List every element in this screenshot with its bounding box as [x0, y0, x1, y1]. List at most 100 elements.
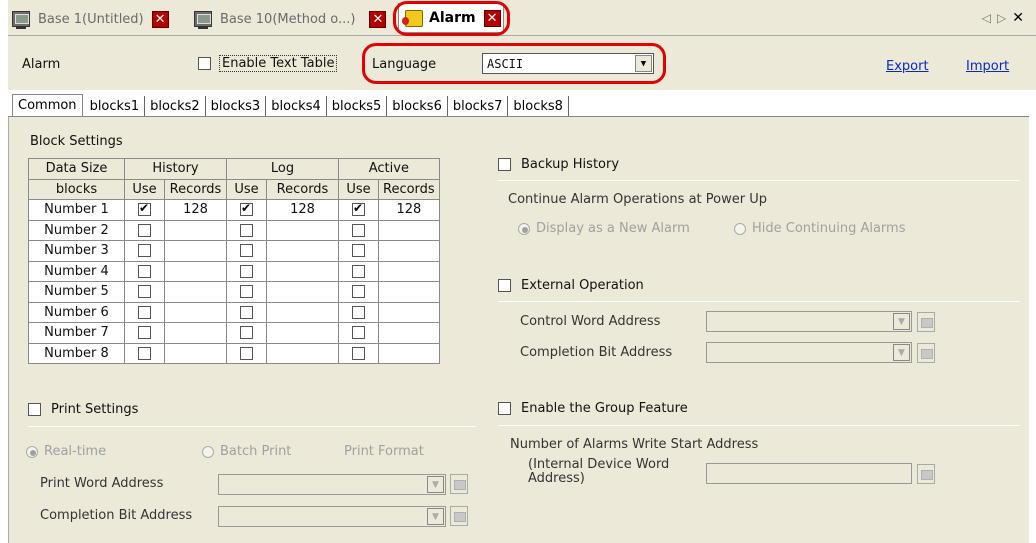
records-cell[interactable] — [266, 342, 339, 364]
close-icon[interactable]: ✕ — [1012, 10, 1024, 26]
group-address-input[interactable] — [706, 463, 912, 484]
tab-blocks6[interactable]: blocks6 — [387, 96, 448, 116]
records-cell[interactable] — [266, 281, 339, 303]
tab-blocks4[interactable]: blocks4 — [266, 96, 327, 116]
export-link[interactable]: Export — [886, 59, 929, 74]
use-checkbox[interactable] — [352, 244, 365, 258]
external-completion-bit-combo[interactable]: ▼ — [706, 342, 912, 363]
records-cell[interactable] — [164, 219, 227, 241]
chevron-down-icon[interactable]: ▼ — [427, 508, 444, 525]
use-checkbox[interactable] — [138, 326, 151, 340]
enable-text-table[interactable]: Enable Text Table — [198, 55, 338, 72]
records-cell[interactable] — [266, 260, 339, 282]
use-checkbox[interactable] — [240, 223, 253, 237]
use-checkbox[interactable] — [352, 285, 365, 299]
records-cell[interactable] — [164, 260, 227, 282]
realtime-radio[interactable]: Real-time — [26, 444, 106, 459]
use-checkbox[interactable] — [240, 305, 253, 319]
enable-text-table-checkbox[interactable] — [198, 57, 211, 70]
records-cell[interactable] — [266, 322, 339, 344]
language-select[interactable]: ASCII ▼ — [482, 53, 654, 74]
use-checkbox[interactable] — [138, 264, 151, 278]
address-input-icon[interactable] — [917, 464, 935, 484]
records-cell[interactable] — [164, 322, 227, 344]
hide-continuing-radio[interactable]: Hide Continuing Alarms — [734, 221, 906, 236]
use-checkbox[interactable] — [352, 264, 365, 278]
use-checkbox[interactable] — [352, 326, 365, 340]
use-checkbox[interactable] — [352, 346, 365, 360]
doc-tab-base10[interactable]: Base 10(Method o...) ✕ — [194, 6, 387, 32]
use-checkbox[interactable] — [138, 244, 151, 258]
use-checkbox[interactable] — [240, 264, 253, 278]
tab-common[interactable]: Common — [12, 94, 83, 116]
use-checkbox[interactable] — [352, 223, 365, 237]
scroll-right-icon[interactable]: ▷ — [997, 11, 1006, 25]
address-input-icon[interactable] — [450, 506, 468, 526]
use-checkbox[interactable] — [240, 326, 253, 340]
close-icon[interactable]: ✕ — [483, 9, 501, 27]
use-checkbox[interactable] — [240, 244, 253, 258]
print-settings[interactable]: Print Settings — [28, 402, 138, 417]
print-word-address-combo[interactable]: ▼ — [218, 474, 446, 495]
backup-history-checkbox[interactable] — [498, 158, 511, 171]
doc-tab-base1[interactable]: Base 1(Untitled) ✕ — [12, 6, 169, 32]
address-input-icon[interactable] — [917, 343, 935, 363]
records-cell[interactable] — [378, 322, 440, 344]
records-cell[interactable] — [266, 219, 339, 241]
use-checkbox[interactable] — [240, 285, 253, 299]
group-feature[interactable]: Enable the Group Feature — [498, 401, 688, 416]
tab-blocks1[interactable]: blocks1 — [85, 96, 146, 116]
chevron-down-icon[interactable]: ▼ — [427, 476, 444, 493]
records-cell[interactable] — [378, 260, 440, 282]
external-operation-checkbox[interactable] — [498, 279, 511, 292]
records-cell[interactable] — [378, 219, 440, 241]
external-operation[interactable]: External Operation — [498, 278, 644, 293]
use-checkbox[interactable] — [138, 201, 151, 217]
address-input-icon[interactable] — [917, 312, 935, 332]
group-feature-checkbox[interactable] — [498, 402, 511, 415]
use-checkbox[interactable] — [138, 223, 151, 237]
use-checkbox[interactable] — [240, 201, 253, 217]
chevron-down-icon[interactable]: ▼ — [893, 313, 910, 330]
chevron-down-icon[interactable]: ▼ — [893, 344, 910, 361]
records-cell[interactable] — [164, 240, 227, 262]
tab-blocks3[interactable]: blocks3 — [206, 96, 267, 116]
use-cell — [226, 260, 267, 282]
use-checkbox[interactable] — [240, 346, 253, 360]
records-cell[interactable]: 128 — [378, 199, 440, 221]
close-icon[interactable]: ✕ — [151, 10, 169, 28]
use-checkbox[interactable] — [352, 201, 365, 217]
records-cell[interactable] — [266, 301, 339, 323]
records-cell[interactable]: 128 — [266, 199, 339, 221]
hide-continuing-label: Hide Continuing Alarms — [752, 221, 906, 236]
records-cell[interactable] — [378, 342, 440, 364]
use-checkbox[interactable] — [138, 305, 151, 319]
doc-tab-alarm[interactable]: Alarm ✕ — [398, 3, 504, 33]
records-cell[interactable]: 128 — [164, 199, 227, 221]
records-cell[interactable] — [164, 281, 227, 303]
control-word-address-combo[interactable]: ▼ — [706, 311, 912, 332]
tab-blocks8[interactable]: blocks8 — [508, 96, 569, 116]
use-checkbox[interactable] — [138, 285, 151, 299]
display-new-alarm-radio[interactable]: Display as a New Alarm — [518, 221, 690, 236]
records-cell[interactable] — [266, 240, 339, 262]
use-checkbox[interactable] — [138, 346, 151, 360]
print-settings-checkbox[interactable] — [28, 403, 41, 416]
records-cell[interactable] — [378, 240, 440, 262]
address-input-icon[interactable] — [450, 474, 468, 494]
use-checkbox[interactable] — [352, 305, 365, 319]
records-cell[interactable] — [164, 342, 227, 364]
records-cell[interactable] — [378, 301, 440, 323]
backup-history[interactable]: Backup History — [498, 157, 619, 172]
records-cell[interactable] — [378, 281, 440, 303]
batch-print-radio[interactable]: Batch Print — [202, 444, 291, 459]
tab-blocks5[interactable]: blocks5 — [327, 96, 388, 116]
scroll-left-icon[interactable]: ◁ — [982, 11, 991, 25]
records-cell[interactable] — [164, 301, 227, 323]
tab-blocks2[interactable]: blocks2 — [145, 96, 206, 116]
chevron-down-icon[interactable]: ▼ — [635, 55, 652, 72]
import-link[interactable]: Import — [966, 59, 1009, 74]
tab-blocks7[interactable]: blocks7 — [448, 96, 509, 116]
print-completion-bit-combo[interactable]: ▼ — [218, 506, 446, 527]
close-icon[interactable]: ✕ — [369, 10, 387, 28]
